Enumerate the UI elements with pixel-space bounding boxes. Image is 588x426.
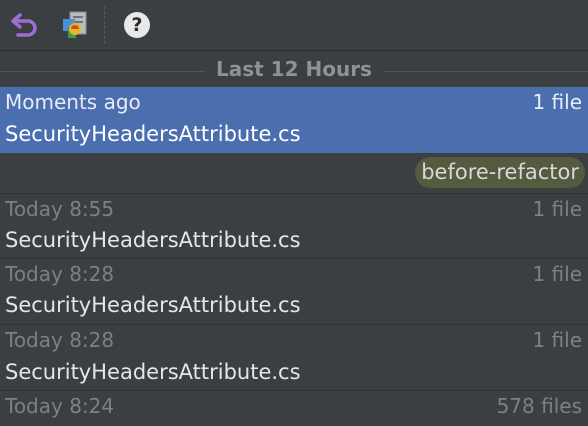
entry-file-count: 1 file [532, 197, 582, 221]
entry-time: Today 8:55 [5, 197, 115, 221]
toolbar: ? [0, 0, 588, 51]
entry-time: Today 8:24 [5, 394, 115, 418]
revert-changes-button[interactable] [56, 6, 94, 44]
entry-file-count: 1 file [532, 328, 582, 352]
history-entry[interactable]: Moments ago 1 file SecurityHeadersAttrib… [0, 87, 588, 153]
undo-icon [11, 13, 37, 37]
help-button[interactable]: ? [118, 6, 156, 44]
label-badge: before-refactor [415, 157, 585, 188]
section-header: Last 12 Hours [0, 51, 588, 87]
entry-file-name: SecurityHeadersAttribute.cs [5, 122, 301, 146]
entry-time: Moments ago [5, 90, 141, 114]
entry-file-count: 578 files [496, 394, 582, 418]
entry-file-name: SecurityHeadersAttribute.cs [5, 293, 301, 317]
entry-file-count: 1 file [532, 262, 582, 286]
history-entry[interactable]: Today 8:24 578 files [0, 391, 588, 426]
help-glyph: ? [131, 13, 143, 36]
history-entry[interactable]: Today 8:28 1 file SecurityHeadersAttribu… [0, 325, 588, 390]
entry-file-name: SecurityHeadersAttribute.cs [5, 228, 301, 252]
revert-changes-icon [63, 11, 87, 38]
history-label-entry[interactable]: before-refactor [0, 153, 588, 193]
history-entry[interactable]: Today 8:28 1 file SecurityHeadersAttribu… [0, 259, 588, 324]
section-title: Last 12 Hours [216, 57, 372, 81]
entry-time: Today 8:28 [5, 262, 115, 286]
undo-button[interactable] [6, 6, 44, 44]
entry-file-count: 1 file [532, 90, 582, 114]
entry-file-name: SecurityHeadersAttribute.cs [5, 360, 301, 384]
history-entry[interactable]: Today 8:55 1 file SecurityHeadersAttribu… [0, 194, 588, 258]
entry-time: Today 8:28 [5, 328, 115, 352]
toolbar-separator [104, 6, 105, 44]
help-icon: ? [124, 12, 150, 38]
